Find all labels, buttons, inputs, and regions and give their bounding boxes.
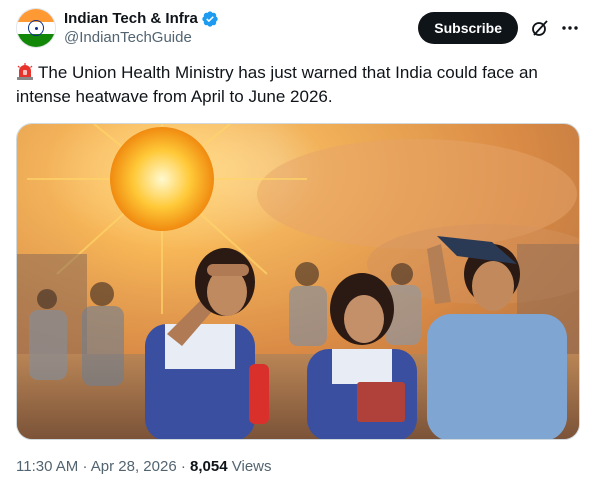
sun xyxy=(110,127,214,231)
header-actions: Subscribe xyxy=(418,12,584,44)
author-info: Indian Tech & Infra @IndianTechGuide xyxy=(64,9,219,47)
post-header: Indian Tech & Infra @IndianTechGuide Sub… xyxy=(16,8,584,48)
post-text: The Union Health Ministry has just warne… xyxy=(16,61,576,109)
avatar[interactable] xyxy=(16,8,56,48)
views-count: 8,054 xyxy=(190,458,228,475)
post-text-body: The Union Health Ministry has just warne… xyxy=(16,63,538,106)
post-time[interactable]: 11:30 AM xyxy=(16,458,78,475)
subscribe-button[interactable]: Subscribe xyxy=(418,12,518,44)
views-label: Views xyxy=(231,458,272,475)
meta-separator: · xyxy=(82,458,88,475)
police-siren-icon xyxy=(17,63,33,80)
avatar-green-band xyxy=(17,34,55,47)
post-image[interactable] xyxy=(16,123,580,440)
author-display-name[interactable]: Indian Tech & Infra xyxy=(64,9,198,28)
meta-separator: · xyxy=(180,458,186,475)
post-date[interactable]: Apr 28, 2026 xyxy=(91,458,177,475)
post-meta: 11:30 AM · Apr 28, 2026 · 8,054 Views xyxy=(16,458,272,475)
heatwave-illustration xyxy=(17,124,579,439)
verified-badge-icon xyxy=(202,10,218,27)
grok-icon[interactable] xyxy=(526,14,554,42)
more-icon[interactable] xyxy=(556,14,584,42)
author-handle[interactable]: @IndianTechGuide xyxy=(64,28,219,47)
ashoka-chakra-icon xyxy=(28,20,44,36)
